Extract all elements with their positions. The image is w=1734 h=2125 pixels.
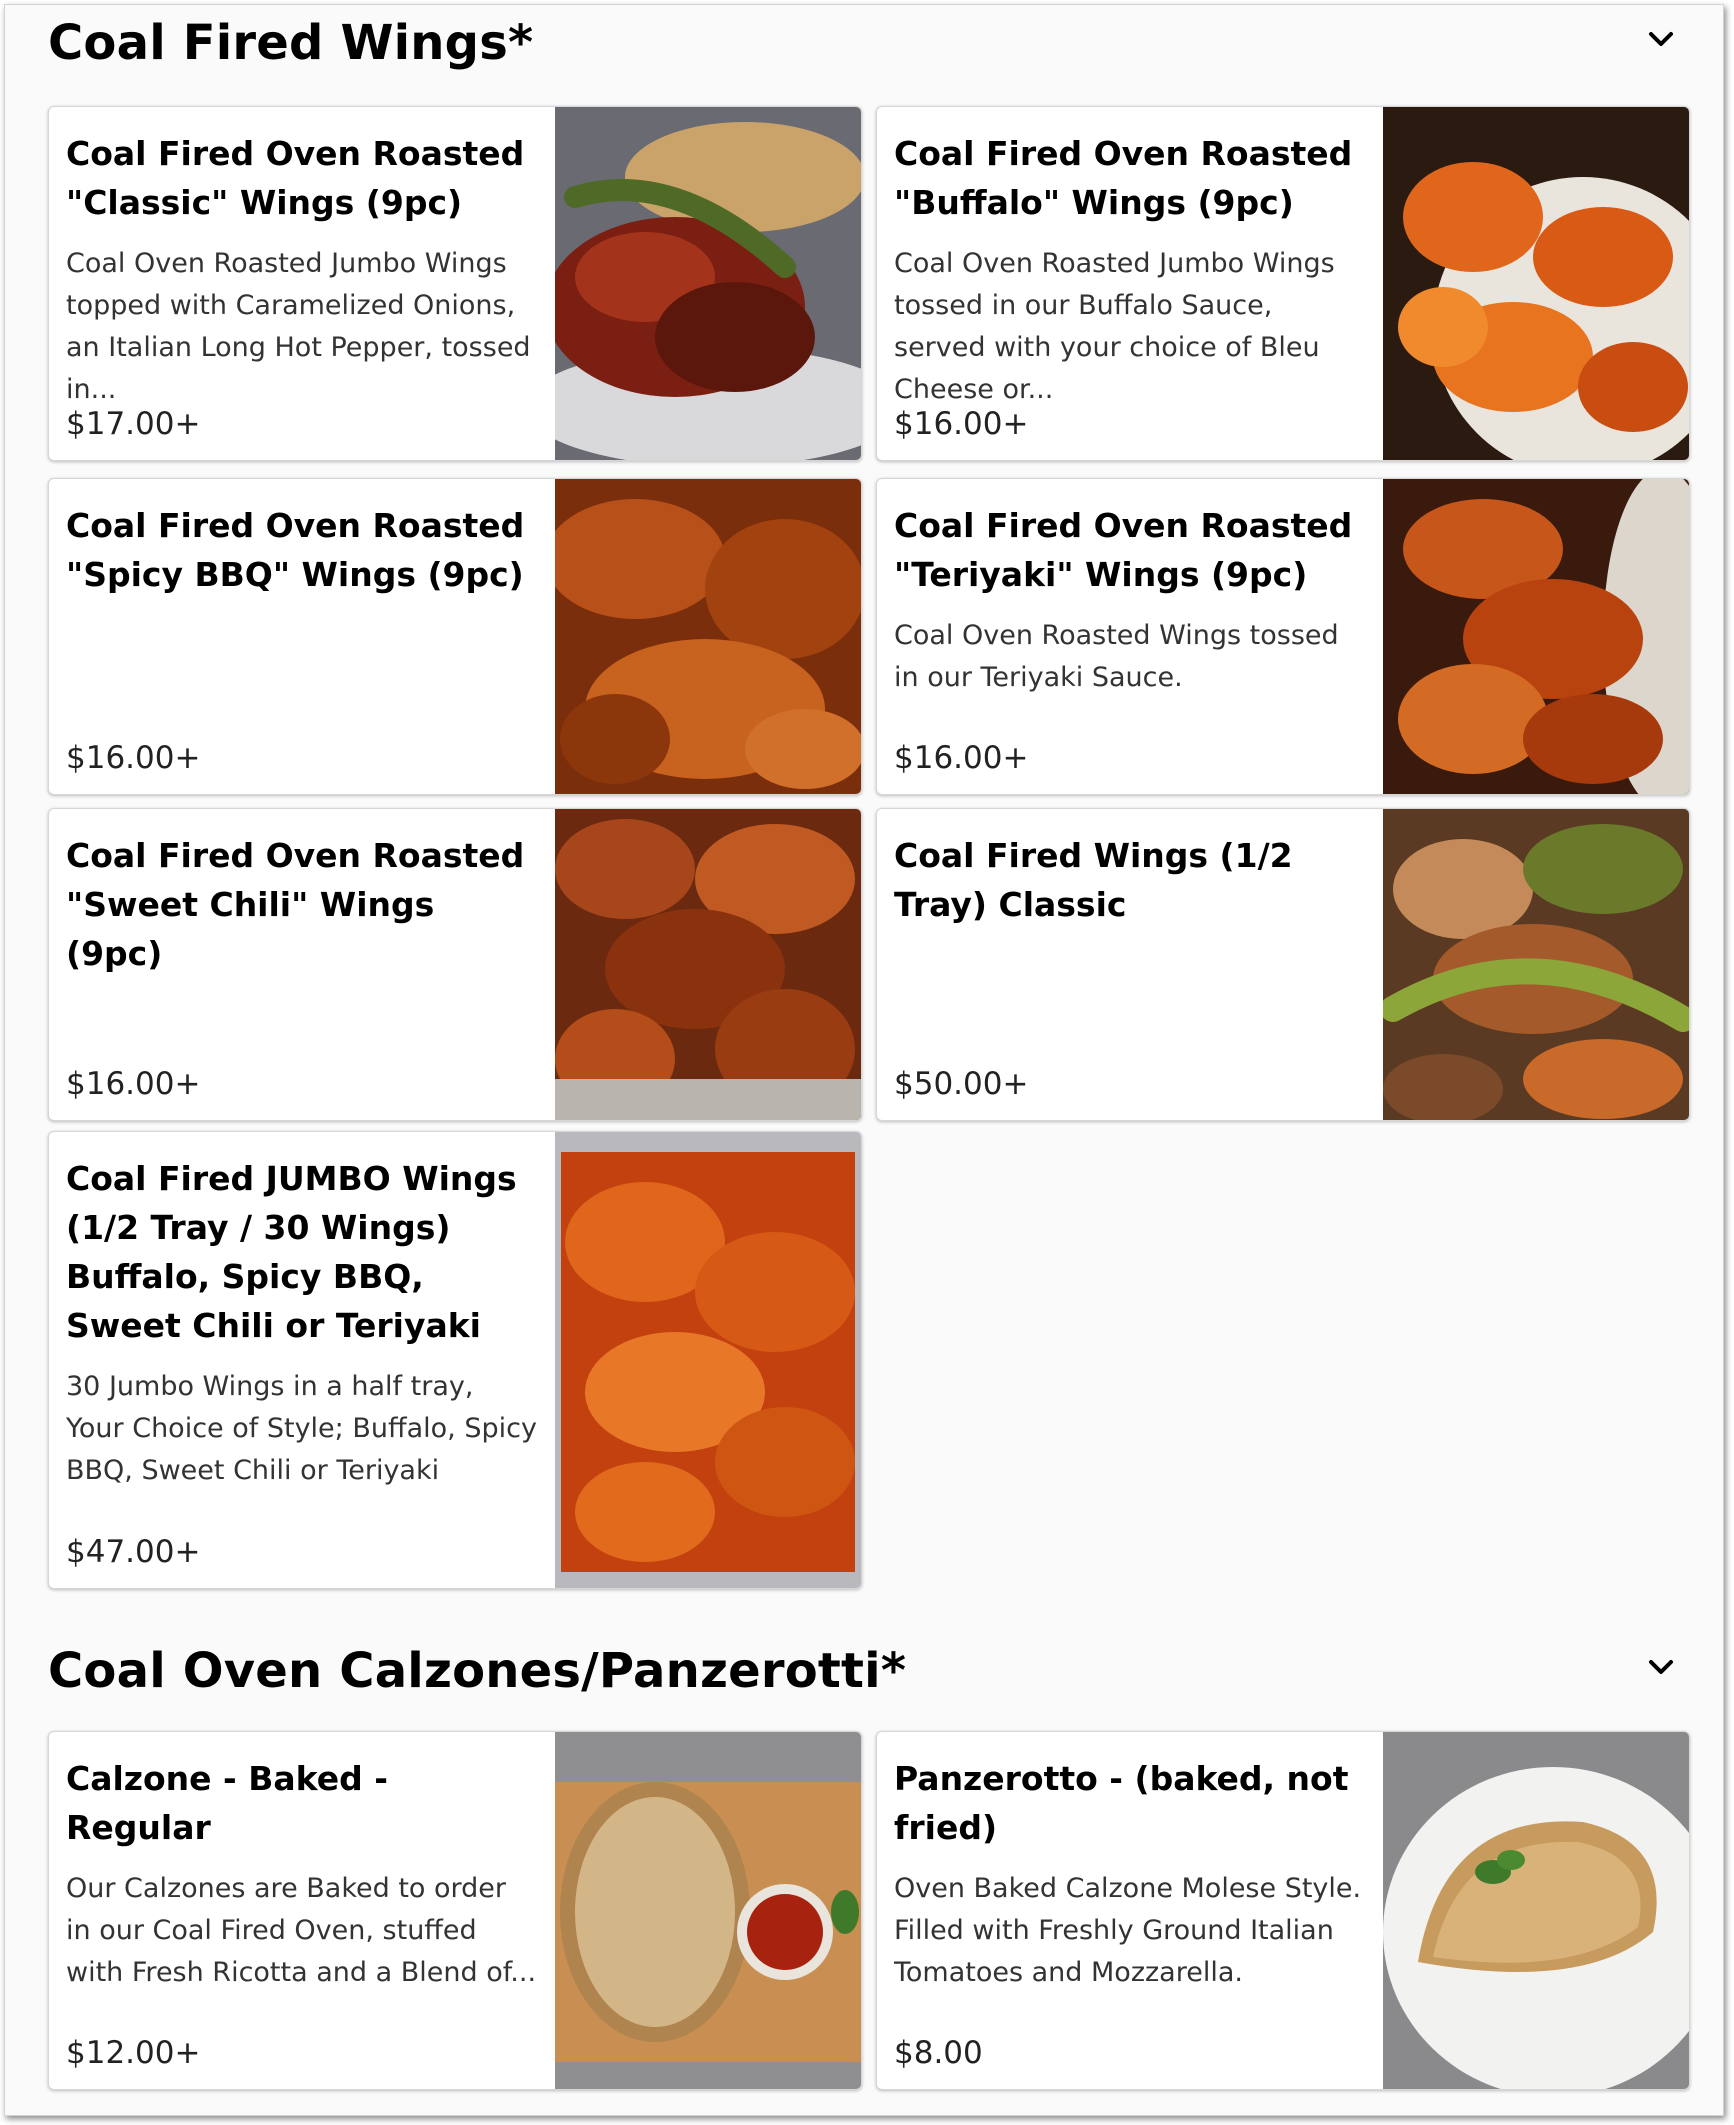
- item-description: Oven Baked Calzone Molese Style. Filled …: [894, 1873, 1362, 1988]
- item-photo: [555, 107, 861, 460]
- section-title-wings: Coal Fired Wings*: [48, 15, 534, 71]
- chevron-down-icon[interactable]: [1641, 1647, 1681, 1687]
- item-description: Coal Oven Roasted Jumbo Wings tossed in …: [894, 248, 1335, 405]
- menu-item-card[interactable]: Coal Fired JUMBO Wings (1/2 Tray / 30 Wi…: [48, 1131, 862, 1589]
- item-name: Coal Fired Oven Roasted "Sweet Chili" Wi…: [66, 836, 525, 973]
- item-description: Coal Oven Roasted Wings tossed in our Te…: [894, 620, 1339, 693]
- item-price: $16.00+: [66, 740, 201, 776]
- menu-item-card[interactable]: Coal Fired Oven Roasted "Teriyaki" Wings…: [876, 478, 1690, 795]
- item-price: $8.00: [894, 2035, 983, 2071]
- item-name: Panzerotto - (baked, not fried): [894, 1759, 1349, 1847]
- menu-item-card[interactable]: Panzerotto - (baked, not fried) Oven Bak…: [876, 1731, 1690, 2090]
- menu-page: Coal Fired Wings* Coal Fired Oven Roaste…: [4, 4, 1724, 2116]
- item-price: $16.00+: [894, 406, 1029, 442]
- item-photo: [1383, 809, 1689, 1120]
- menu-item-card[interactable]: Coal Fired Oven Roasted "Buffalo" Wings …: [876, 106, 1690, 461]
- menu-item-card[interactable]: Calzone - Baked - Regular Our Calzones a…: [48, 1731, 862, 2090]
- item-name: Coal Fired JUMBO Wings (1/2 Tray / 30 Wi…: [66, 1159, 517, 1345]
- item-name: Coal Fired Oven Roasted "Spicy BBQ" Wing…: [66, 506, 525, 594]
- item-photo: [1383, 479, 1689, 794]
- item-photo: [1383, 1732, 1689, 2089]
- menu-item-card[interactable]: Coal Fired Oven Roasted "Spicy BBQ" Wing…: [48, 478, 862, 795]
- item-description: Our Calzones are Baked to order in our C…: [66, 1873, 537, 1988]
- item-price: $12.00+: [66, 2035, 201, 2071]
- menu-item-card[interactable]: Coal Fired Wings (1/2 Tray) Classic $50.…: [876, 808, 1690, 1121]
- item-name: Calzone - Baked - Regular: [66, 1759, 388, 1847]
- section-title-calzones: Coal Oven Calzones/Panzerotti*: [48, 1643, 907, 1699]
- item-price: $16.00+: [66, 1066, 201, 1102]
- item-photo: [555, 479, 861, 794]
- item-description: 30 Jumbo Wings in a half tray, Your Choi…: [66, 1371, 537, 1486]
- item-photo: [555, 809, 861, 1120]
- item-photo: [555, 1132, 861, 1588]
- item-name: Coal Fired Wings (1/2 Tray) Classic: [894, 836, 1293, 924]
- item-price: $50.00+: [894, 1066, 1029, 1102]
- item-name: Coal Fired Oven Roasted "Classic" Wings …: [66, 134, 525, 222]
- menu-item-card[interactable]: Coal Fired Oven Roasted "Classic" Wings …: [48, 106, 862, 461]
- item-price: $16.00+: [894, 740, 1029, 776]
- item-photo: [555, 1732, 861, 2089]
- item-price: $47.00+: [66, 1534, 201, 1570]
- chevron-down-icon[interactable]: [1641, 19, 1681, 59]
- item-name: Coal Fired Oven Roasted "Buffalo" Wings …: [894, 134, 1353, 222]
- menu-item-card[interactable]: Coal Fired Oven Roasted "Sweet Chili" Wi…: [48, 808, 862, 1121]
- item-price: $17.00+: [66, 406, 201, 442]
- item-description: Coal Oven Roasted Jumbo Wings topped wit…: [66, 248, 531, 405]
- item-photo: [1383, 107, 1689, 460]
- item-name: Coal Fired Oven Roasted "Teriyaki" Wings…: [894, 506, 1353, 594]
